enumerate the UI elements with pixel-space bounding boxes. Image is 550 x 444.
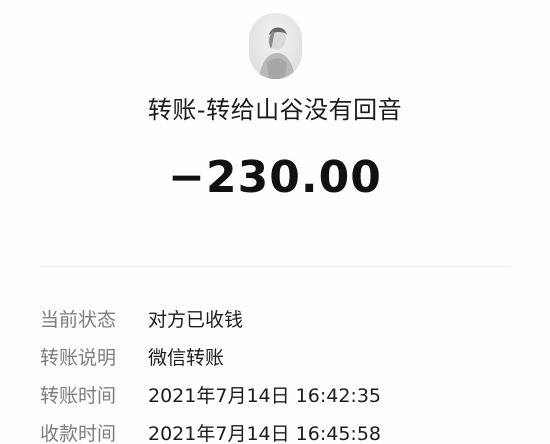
detail-row-note: 转账说明 微信转账 [40,338,510,374]
transfer-title: 转账-转给山谷没有回音 [147,96,403,124]
avatar[interactable] [249,13,302,79]
detail-label: 收款时间 [40,422,117,444]
detail-value: 微信转账 [148,346,225,369]
transfer-details: 当前状态 对方已收钱 转账说明 微信转账 转账时间 2021年7月14日 16:… [40,300,510,444]
detail-row-status: 当前状态 对方已收钱 [40,300,510,336]
detail-value: 2021年7月14日 16:45:58 [148,422,381,444]
transfer-detail-page: 转账-转给山谷没有回音 −230.00 当前状态 对方已收钱 转账说明 微信转账… [0,0,550,444]
detail-label: 转账时间 [40,384,117,407]
user-avatar-icon [259,27,295,79]
detail-value: 2021年7月14日 16:42:35 [148,384,381,407]
divider [40,266,510,267]
detail-value: 对方已收钱 [148,308,244,331]
detail-label: 当前状态 [40,308,117,331]
detail-row-transfer-time: 转账时间 2021年7月14日 16:42:35 [40,376,510,412]
transfer-amount: −230.00 [168,152,382,203]
detail-row-receive-time: 收款时间 2021年7月14日 16:45:58 [40,414,510,444]
detail-label: 转账说明 [40,346,117,369]
